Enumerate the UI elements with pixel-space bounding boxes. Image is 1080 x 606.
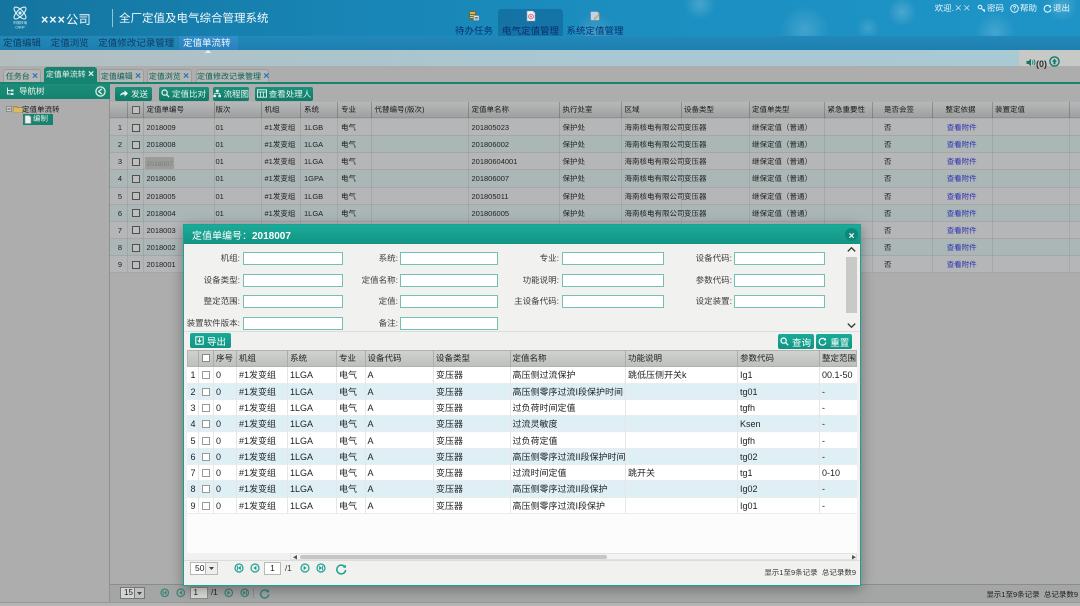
svg-text:CNNP: CNNP <box>15 25 25 30</box>
svg-text:?: ? <box>1013 4 1017 13</box>
